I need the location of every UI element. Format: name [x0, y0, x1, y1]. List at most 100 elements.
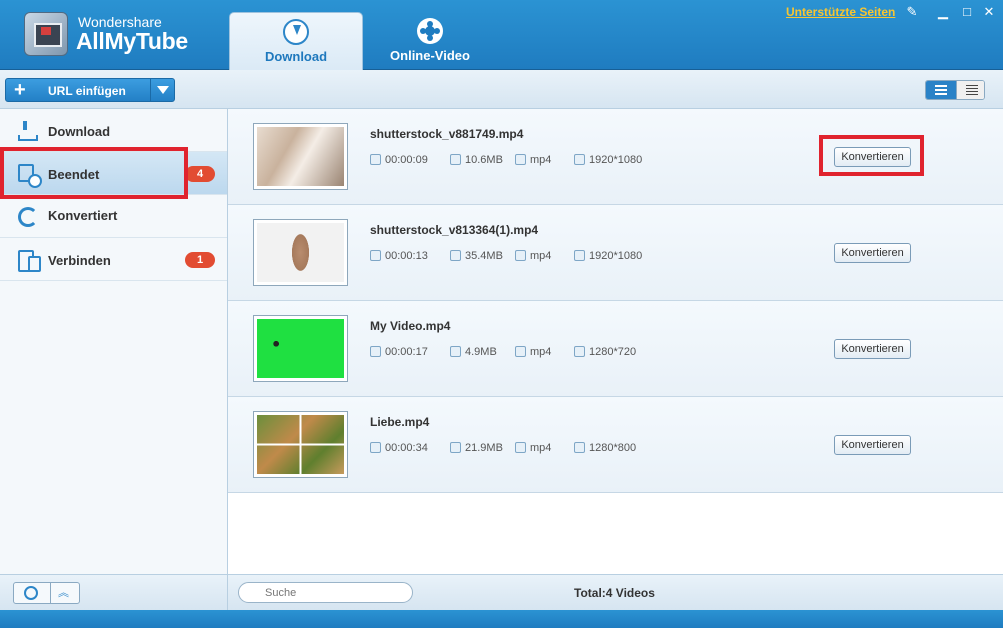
clock-icon — [370, 154, 381, 165]
sidebar-item-download[interactable]: Download — [0, 109, 227, 152]
finished-count-badge: 4 — [185, 166, 215, 182]
monitor-icon — [574, 442, 585, 453]
duration-value: 00:00:13 — [385, 250, 428, 262]
total-videos-count: Total:4 Videos — [574, 586, 655, 600]
connect-icon — [18, 250, 41, 272]
resolution-field: 1920*1080 — [574, 250, 642, 262]
divider — [50, 583, 51, 603]
resolution-field: 1280*720 — [574, 346, 636, 358]
duration-field: 00:00:13 — [370, 250, 428, 262]
sidebar-item-converted[interactable]: Konvertiert — [0, 195, 227, 238]
format-value: mp4 — [530, 250, 552, 262]
sidebar-item-label: Konvertiert — [48, 208, 118, 223]
file-icon — [450, 442, 461, 453]
video-thumbnail — [253, 411, 348, 478]
list-compact-icon — [966, 85, 978, 95]
tab-online-video-label: Online-Video — [390, 48, 470, 63]
size-value: 4.9MB — [465, 346, 497, 358]
resolution-value: 1280*800 — [589, 442, 637, 454]
video-thumbnail — [253, 123, 348, 190]
brand-product: AllMyTube — [76, 28, 188, 54]
sidebar-footer-controls: ︽ — [13, 582, 80, 604]
clock-icon — [370, 346, 381, 357]
list-item[interactable]: Liebe.mp4 00:00:34 21.9MB mp4 1280*800 K… — [228, 397, 1003, 493]
plus-icon: + — [14, 79, 26, 101]
video-filename: shutterstock_v881749.mp4 — [370, 127, 524, 141]
list-item[interactable]: shutterstock_v813364(1).mp4 00:00:13 35.… — [228, 205, 1003, 301]
resolution-value: 1920*1080 — [589, 154, 643, 166]
clock-icon — [370, 250, 381, 261]
duration-value: 00:00:17 — [385, 346, 428, 358]
duration-field: 00:00:34 — [370, 442, 428, 454]
size-field: 10.6MB — [450, 154, 503, 166]
format-field: mp4 — [515, 250, 551, 262]
minimize-button[interactable]: ▁ — [934, 4, 952, 20]
video-thumbnail — [253, 315, 348, 382]
list-detail-icon — [935, 85, 947, 95]
video-filename: shutterstock_v813364(1).mp4 — [370, 223, 539, 237]
toolbar: + URL einfügen — [0, 70, 1003, 109]
convert-button[interactable]: Konvertieren — [834, 243, 911, 263]
sidebar-item-connect[interactable]: Verbinden 1 — [0, 238, 227, 281]
paste-url-label: URL einfügen — [48, 84, 126, 98]
format-value: mp4 — [530, 442, 552, 454]
size-value: 35.4MB — [465, 250, 503, 262]
detail-view-button[interactable] — [926, 81, 956, 99]
schedule-clock-icon[interactable] — [24, 586, 38, 600]
resolution-value: 1280*720 — [589, 346, 637, 358]
view-toggle — [925, 80, 985, 100]
converted-icon — [18, 207, 38, 227]
film-reel-icon — [417, 18, 443, 44]
video-filename: My Video.mp4 — [370, 319, 451, 333]
size-value: 10.6MB — [465, 154, 503, 166]
info-icon — [515, 346, 526, 357]
sidebar-item-label: Verbinden — [48, 253, 111, 268]
format-value: mp4 — [530, 154, 552, 166]
sidebar-item-label: Download — [48, 124, 111, 139]
monitor-icon — [574, 250, 585, 261]
video-filename: Liebe.mp4 — [370, 415, 430, 429]
format-value: mp4 — [530, 346, 552, 358]
feedback-icon[interactable]: ✎ — [903, 4, 921, 20]
resolution-value: 1920*1080 — [589, 250, 643, 262]
tab-download-label: Download — [264, 49, 328, 64]
monitor-icon — [574, 346, 585, 357]
size-field: 21.9MB — [450, 442, 503, 454]
duration-field: 00:00:17 — [370, 346, 428, 358]
info-icon — [515, 250, 526, 261]
format-field: mp4 — [515, 346, 551, 358]
clock-icon — [370, 442, 381, 453]
paste-url-button[interactable]: + URL einfügen — [5, 78, 175, 102]
video-thumbnail — [253, 219, 348, 286]
download-icon — [18, 121, 38, 141]
tab-download[interactable]: Download — [229, 12, 363, 70]
status-bar — [0, 610, 1003, 628]
convert-button[interactable]: Konvertieren — [834, 339, 911, 359]
double-chevron-up-icon[interactable]: ︽ — [58, 587, 69, 599]
info-icon — [515, 154, 526, 165]
sidebar-footer: ︽ — [0, 574, 228, 610]
search-input[interactable] — [238, 582, 413, 603]
convert-button[interactable]: Konvertieren — [834, 435, 911, 455]
compact-view-button[interactable] — [956, 81, 984, 99]
title-bar: Wondershare AllMyTube Download Online-Vi… — [0, 0, 1003, 70]
highlight-box-finished — [0, 147, 188, 199]
file-icon — [450, 346, 461, 357]
chevron-down-icon[interactable] — [150, 79, 174, 101]
list-item[interactable]: My Video.mp4 00:00:17 4.9MB mp4 1280*720… — [228, 301, 1003, 397]
size-value: 21.9MB — [465, 442, 503, 454]
duration-value: 00:00:09 — [385, 154, 428, 166]
duration-field: 00:00:09 — [370, 154, 428, 166]
supported-sites-link[interactable]: Unterstützte Seiten — [786, 5, 895, 19]
highlight-box-convert — [819, 135, 924, 176]
connect-count-badge: 1 — [185, 252, 215, 268]
close-button[interactable]: ✕ — [980, 4, 998, 20]
tab-online-video[interactable]: Online-Video — [363, 12, 497, 70]
info-icon — [515, 442, 526, 453]
file-icon — [450, 250, 461, 261]
maximize-button[interactable]: □ — [958, 4, 976, 20]
video-list: shutterstock_v881749.mp4 00:00:09 10.6MB… — [228, 109, 1003, 574]
size-field: 35.4MB — [450, 250, 503, 262]
format-field: mp4 — [515, 154, 551, 166]
file-icon — [450, 154, 461, 165]
